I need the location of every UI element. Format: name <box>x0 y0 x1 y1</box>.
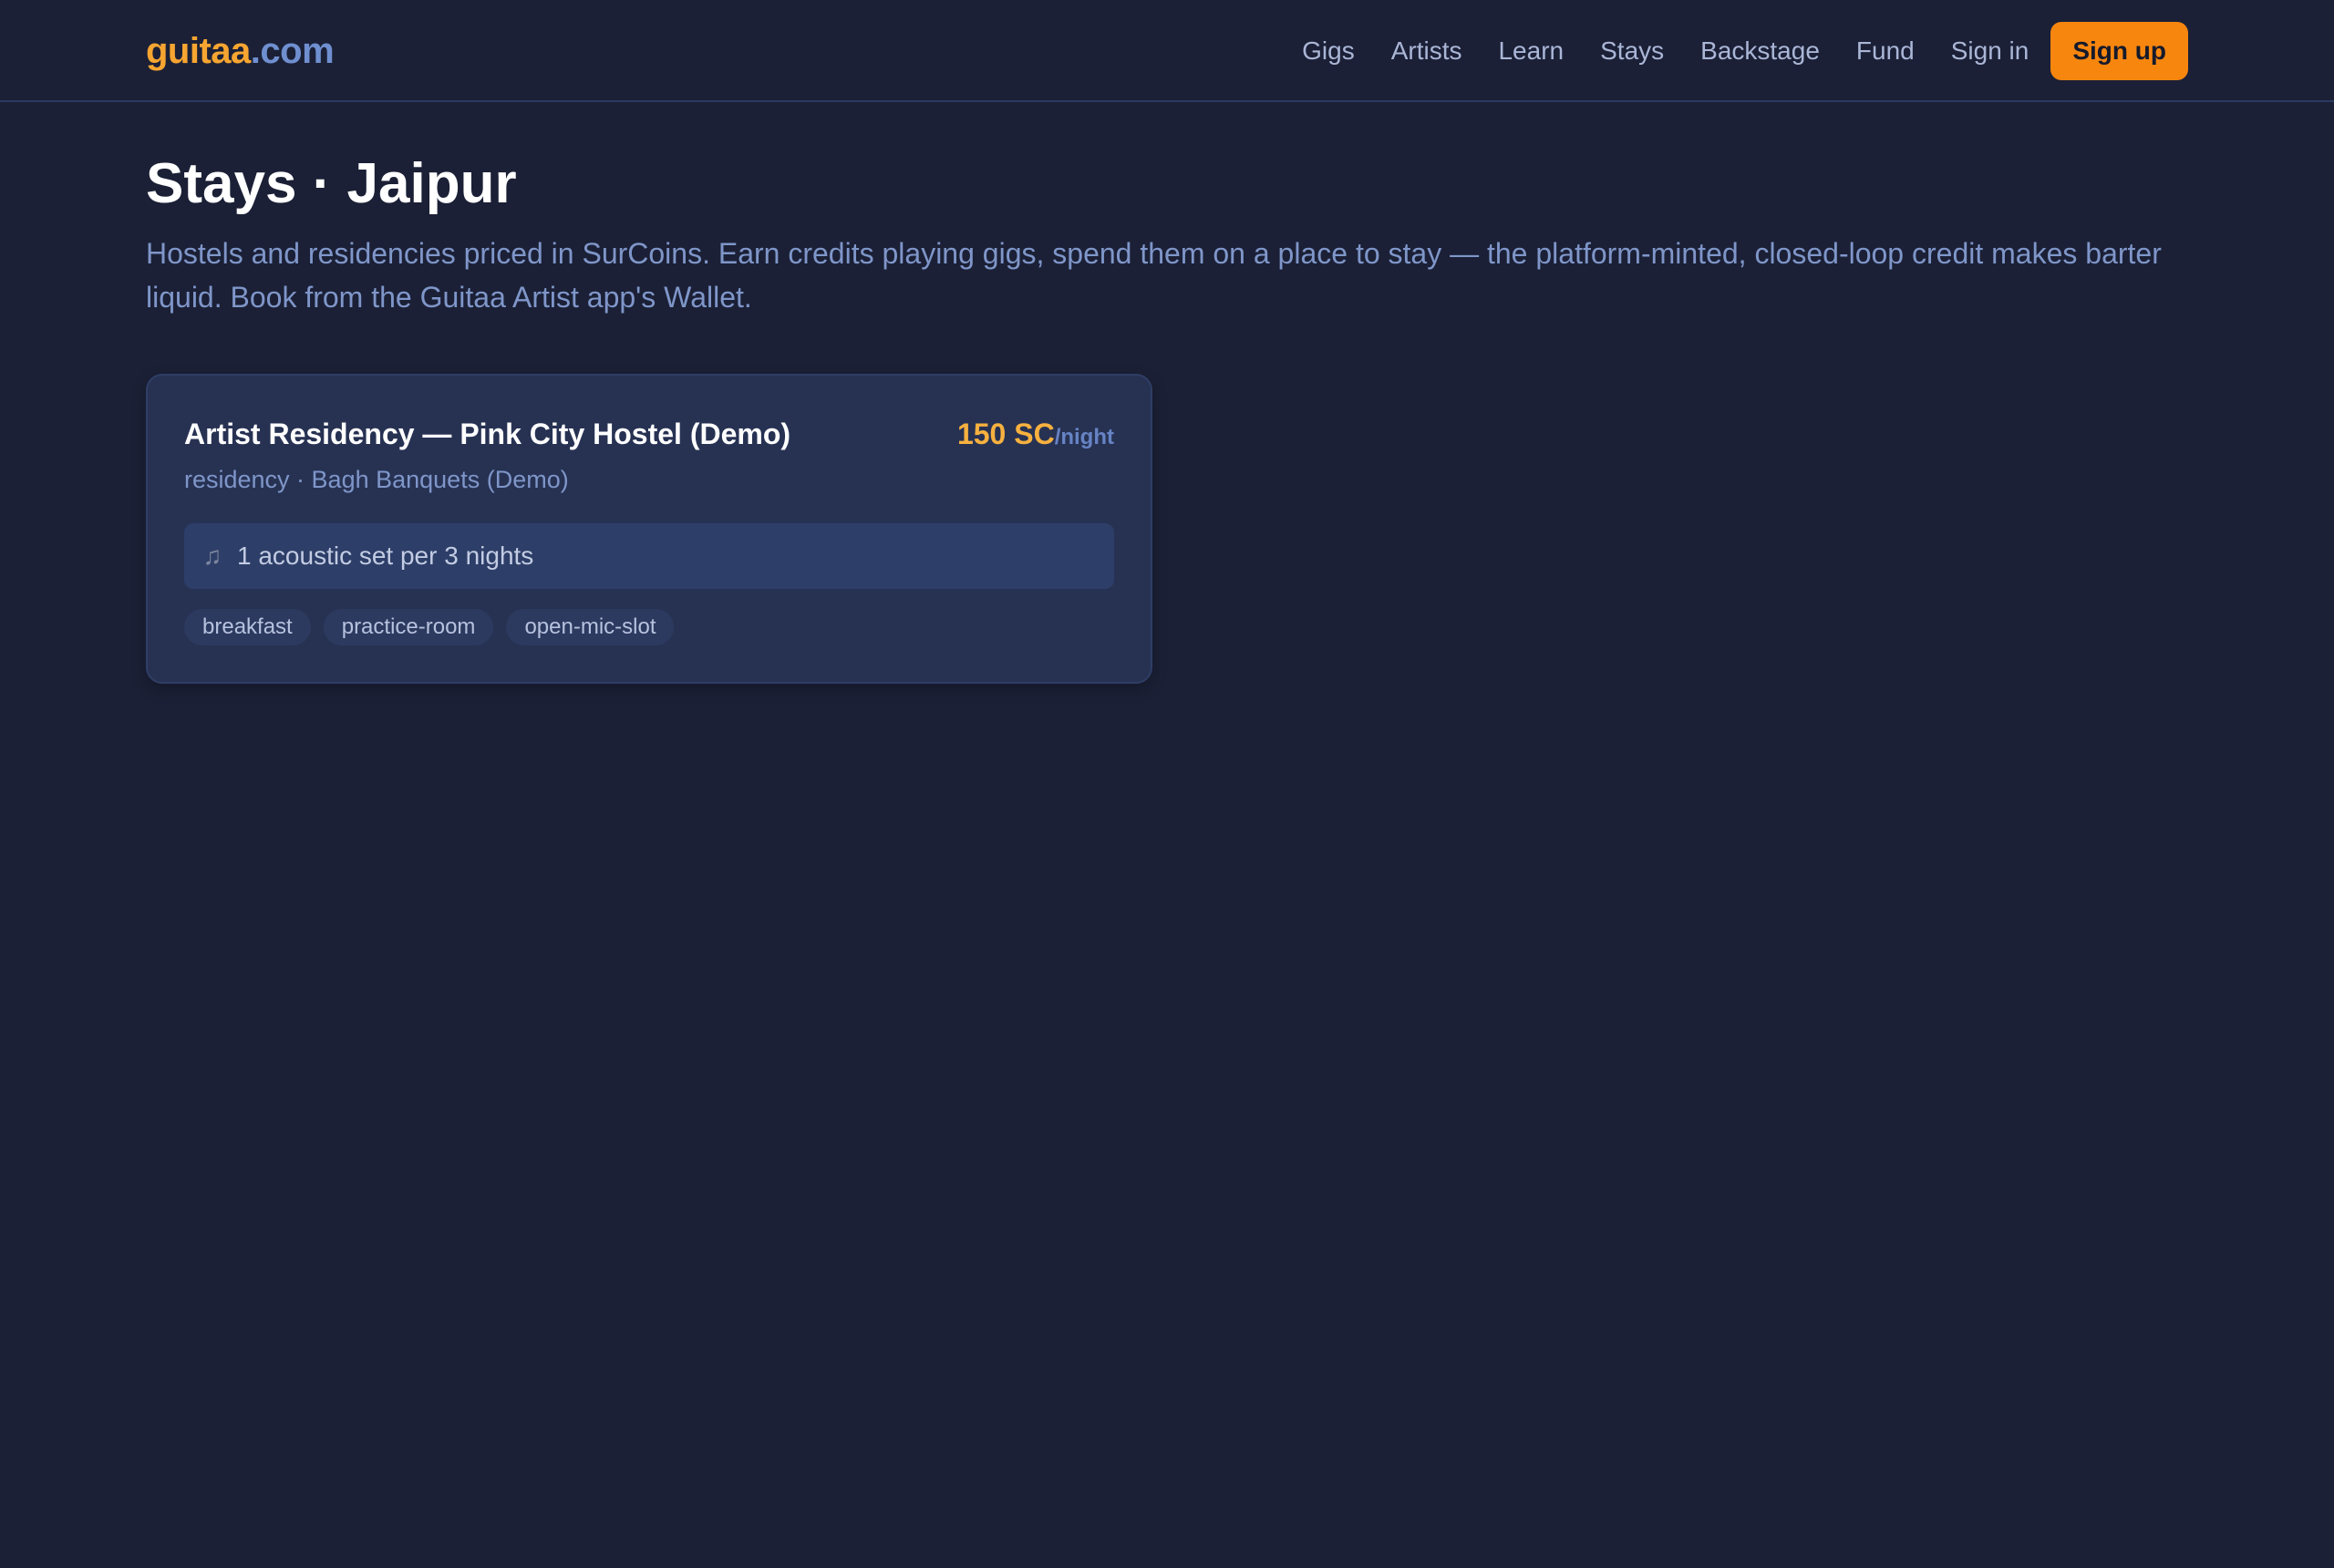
logo-tld: .com <box>250 31 335 71</box>
terms-text: 1 acoustic set per 3 nights <box>237 542 534 570</box>
price-amount: 150 SC <box>956 418 1055 450</box>
listing-price: 150 SC/night <box>957 416 1114 459</box>
listing-tags: breakfast practice-room open-mic-slot <box>184 609 675 645</box>
page-title: Stays · Jaipur <box>146 152 517 215</box>
tag-practice-room: practice-room <box>323 609 494 645</box>
nav-backstage[interactable]: Backstage <box>1700 22 1820 80</box>
main-nav: Gigs Artists Learn Stays Backstage Fund … <box>1302 22 2188 80</box>
nav-artists[interactable]: Artists <box>1391 22 1462 80</box>
nav-gigs[interactable]: Gigs <box>1302 22 1355 80</box>
price-unit: /night <box>1054 425 1114 449</box>
nav-stays[interactable]: Stays <box>1600 22 1664 80</box>
site-header: guitaa.com Gigs Artists Learn Stays Back… <box>0 0 2334 102</box>
main-content: Stays · Jaipur Hostels and residencies p… <box>146 102 2188 684</box>
sign-up-button[interactable]: Sign up <box>2050 22 2188 80</box>
listing-terms: ♫ 1 acoustic set per 3 nights <box>184 523 1114 589</box>
listing-title: Artist Residency — Pink City Hostel (Dem… <box>184 418 791 450</box>
nav-learn[interactable]: Learn <box>1498 22 1564 80</box>
listing-subtitle: residency · Bagh Banquets (Demo) <box>184 466 569 493</box>
logo-name: guitaa <box>146 31 251 71</box>
sign-in-link[interactable]: Sign in <box>1951 22 2029 80</box>
tag-breakfast: breakfast <box>184 609 311 645</box>
tag-open-mic-slot: open-mic-slot <box>506 609 675 645</box>
nav-fund[interactable]: Fund <box>1856 22 1915 80</box>
music-note-icon: ♫ <box>202 542 222 570</box>
stay-listing-card[interactable]: Artist Residency — Pink City Hostel (Dem… <box>146 374 1152 684</box>
site-logo[interactable]: guitaa.com <box>146 27 335 75</box>
page-description: Hostels and residencies priced in SurCoi… <box>146 237 2162 314</box>
